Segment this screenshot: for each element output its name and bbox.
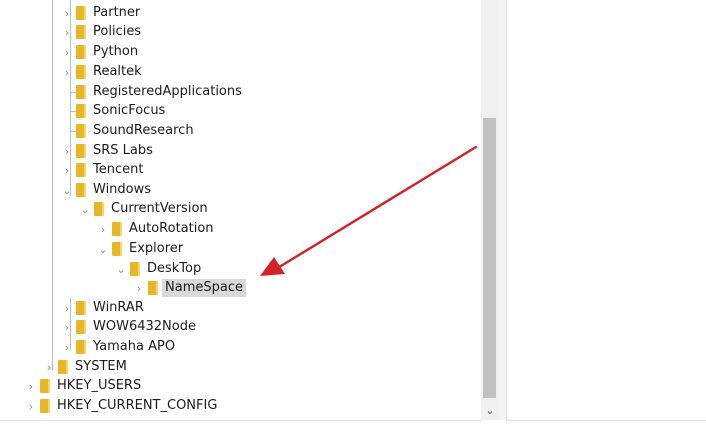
expand-icon[interactable]: › (62, 160, 72, 180)
vertical-scrollbar[interactable]: ⌄ (481, 0, 500, 420)
values-pane (506, 0, 706, 421)
folder-icon (72, 82, 90, 102)
tree-item-label: Windows (93, 182, 152, 197)
tree-row-soundresearch[interactable]: SoundResearch (0, 121, 481, 141)
registry-tree: › Partner › Policies › Python › Realtek … (0, 0, 482, 421)
tree-row-winrar[interactable]: › WinRAR (0, 298, 481, 318)
folder-icon (72, 3, 90, 23)
folder-icon (72, 317, 90, 337)
scrollbar-thumb[interactable] (483, 118, 496, 398)
tree-item-label: WinRAR (93, 300, 144, 315)
tree-row-currentversion[interactable]: ⌄ CurrentVersion (0, 199, 481, 219)
expand-icon[interactable]: › (62, 298, 72, 318)
folder-icon (144, 278, 162, 298)
tree-row-autorotation[interactable]: › AutoRotation (0, 219, 481, 239)
tree-item-label: Partner (93, 5, 141, 20)
scroll-down-icon[interactable]: ⌄ (481, 402, 499, 419)
tree-item-label: SonicFocus (93, 103, 166, 118)
tree-item-label: Yamaha APO (93, 339, 176, 354)
tree-item-label: Policies (93, 24, 142, 39)
expand-icon[interactable]: › (62, 42, 72, 62)
expand-icon[interactable]: › (62, 141, 72, 161)
tree-row-policies[interactable]: › Policies (0, 22, 481, 42)
expand-icon[interactable]: › (98, 219, 108, 239)
folder-icon (72, 22, 90, 42)
tree-row-windows[interactable]: ⌄ Windows (0, 180, 481, 200)
folder-icon (72, 180, 90, 200)
folder-icon (72, 337, 90, 357)
tree-item-label: Tencent (93, 162, 144, 177)
tree-row-tencent[interactable]: › Tencent (0, 160, 481, 180)
expand-icon[interactable]: › (62, 3, 72, 23)
tree-item-label: SYSTEM (75, 359, 127, 374)
tree-item-label: Realtek (93, 64, 142, 79)
tree-item-label: HKEY_CURRENT_CONFIG (57, 398, 218, 413)
folder-icon (72, 101, 90, 121)
tree-item-label: SRS Labs (93, 143, 153, 158)
folder-icon (54, 357, 72, 377)
tree-row-realtek[interactable]: › Realtek (0, 62, 481, 82)
tree-item-label-selected: NameSpace (162, 279, 246, 297)
tree-item-label: Explorer (129, 241, 184, 256)
folder-icon (108, 219, 126, 239)
tree-item-label: DeskTop (147, 261, 202, 276)
folder-icon (72, 62, 90, 82)
folder-icon (108, 239, 126, 259)
expand-icon[interactable]: › (62, 317, 72, 337)
collapse-icon[interactable]: ⌄ (62, 180, 72, 200)
tree-row-explorer[interactable]: ⌄ Explorer (0, 239, 481, 259)
folder-icon (126, 259, 144, 279)
folder-icon (72, 141, 90, 161)
expand-icon[interactable]: › (134, 278, 144, 298)
tree-row-wow6432node[interactable]: › WOW6432Node (0, 317, 481, 337)
tree-row-srs-labs[interactable]: › SRS Labs (0, 141, 481, 161)
pane-splitter[interactable] (499, 0, 506, 420)
tree-row-namespace[interactable]: › NameSpace (0, 278, 481, 298)
folder-icon (36, 396, 54, 416)
expand-icon[interactable]: › (62, 62, 72, 82)
tree-item-label: CurrentVersion (111, 201, 208, 216)
window-bottom-edge (0, 421, 706, 430)
tree-row-sonicfocus[interactable]: SonicFocus (0, 101, 481, 121)
folder-icon (72, 121, 90, 141)
collapse-icon[interactable]: ⌄ (98, 239, 108, 259)
collapse-icon[interactable]: ⌄ (80, 199, 90, 219)
tree-row-registeredapplications[interactable]: RegisteredApplications (0, 82, 481, 102)
tree-item-label: HKEY_USERS (57, 378, 142, 393)
tree-row-hkey-users[interactable]: › HKEY_USERS (0, 376, 481, 396)
tree-row-python[interactable]: › Python (0, 42, 481, 62)
expand-icon[interactable]: › (26, 396, 36, 416)
tree-row-desktop[interactable]: ⌄ DeskTop (0, 259, 481, 279)
folder-icon (72, 42, 90, 62)
folder-icon (36, 376, 54, 396)
folder-icon (90, 199, 108, 219)
tree-item-label: WOW6432Node (93, 319, 196, 334)
expand-icon[interactable]: › (62, 22, 72, 42)
collapse-icon[interactable]: ⌄ (116, 259, 126, 279)
folder-icon (72, 298, 90, 318)
folder-icon (72, 160, 90, 180)
tree-row-yamaha-apo[interactable]: › Yamaha APO (0, 337, 481, 357)
tree-row-partner[interactable]: › Partner (0, 3, 481, 23)
expand-icon[interactable]: › (44, 357, 54, 377)
tree-item-label: RegisteredApplications (93, 84, 242, 99)
tree-row-system[interactable]: › SYSTEM (0, 357, 481, 377)
tree-item-label: SoundResearch (93, 123, 194, 138)
tree-row-hkey-current-config[interactable]: › HKEY_CURRENT_CONFIG (0, 396, 481, 416)
expand-icon[interactable]: › (26, 376, 36, 396)
tree-item-label: Python (93, 44, 139, 59)
tree-item-label: AutoRotation (129, 221, 214, 236)
expand-icon[interactable]: › (62, 337, 72, 357)
